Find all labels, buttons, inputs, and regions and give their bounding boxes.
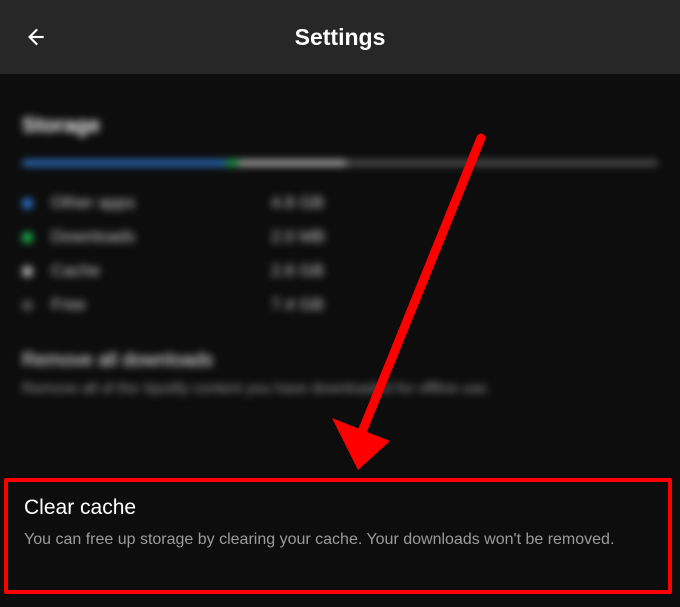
legend-row-other-apps: Other apps 4.8 GB: [22, 186, 658, 220]
legend-value: 7.4 GB: [271, 295, 324, 315]
header-bar: Settings: [0, 0, 680, 74]
back-arrow-icon[interactable]: [20, 22, 50, 52]
legend-row-free: Free 7.4 GB: [22, 288, 658, 322]
storage-heading: Storage: [22, 114, 658, 138]
dot-icon: [22, 266, 33, 277]
storage-legend: Other apps 4.8 GB Downloads 2.0 MB Cache…: [22, 186, 658, 322]
legend-label: Cache: [51, 261, 271, 281]
legend-value: 4.8 GB: [271, 193, 324, 213]
legend-label: Downloads: [51, 227, 271, 247]
legend-row-downloads: Downloads 2.0 MB: [22, 220, 658, 254]
legend-value: 2.6 GB: [271, 261, 324, 281]
legend-value: 2.0 MB: [271, 227, 325, 247]
storage-seg-downloads: [226, 160, 239, 166]
storage-seg-cache: [238, 160, 346, 166]
clear-cache-desc: You can free up storage by clearing your…: [24, 528, 656, 552]
clear-cache-option[interactable]: Clear cache You can free up storage by c…: [6, 480, 674, 572]
clear-cache-title: Clear cache: [24, 496, 656, 520]
dot-icon: [22, 232, 33, 243]
storage-seg-free: [346, 160, 658, 166]
remove-downloads-title: Remove all downloads: [22, 350, 658, 372]
dot-icon: [22, 300, 33, 311]
storage-section-blurred: Storage Other apps 4.8 GB Downloads 2.0 …: [0, 74, 680, 400]
legend-row-cache: Cache 2.6 GB: [22, 254, 658, 288]
legend-label: Free: [51, 295, 271, 315]
legend-label: Other apps: [51, 193, 271, 213]
remove-downloads-desc: Remove all of the Spotify content you ha…: [22, 378, 658, 400]
storage-usage-bar: [22, 160, 658, 166]
dot-icon: [22, 198, 33, 209]
remove-all-downloads-option[interactable]: Remove all downloads Remove all of the S…: [22, 350, 658, 400]
storage-seg-other-apps: [22, 160, 226, 166]
page-title: Settings: [0, 24, 680, 51]
